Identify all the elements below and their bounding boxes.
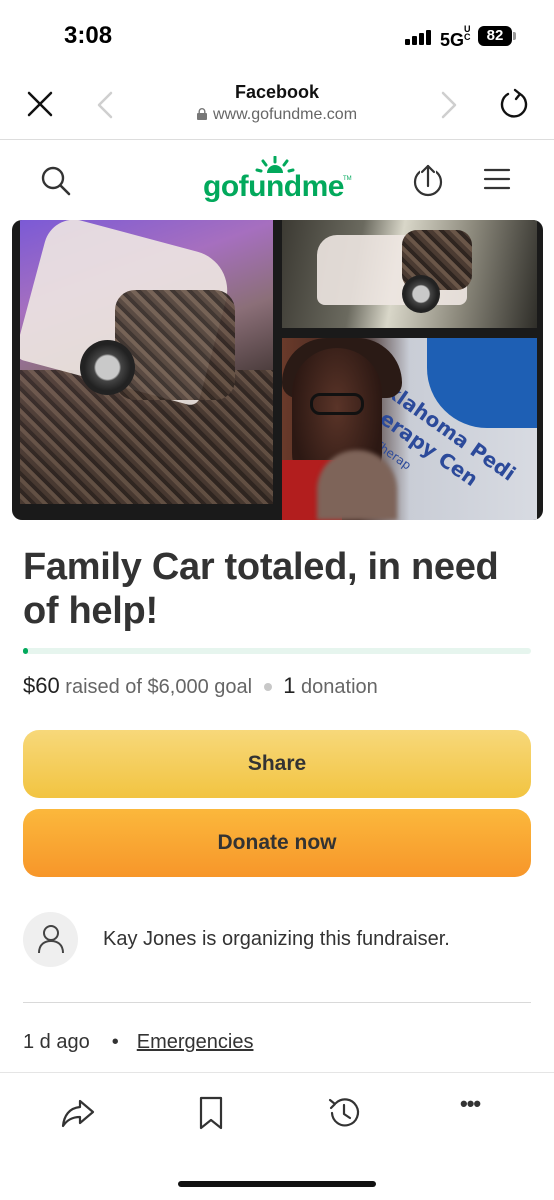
fundraising-summary: $60 raised of $6,000 goal 1 donation bbox=[23, 673, 378, 699]
created-age: 1 d ago bbox=[23, 1031, 90, 1053]
signal-icon bbox=[405, 29, 435, 45]
logo-text: gofundme bbox=[203, 170, 344, 203]
share-upload-icon[interactable] bbox=[412, 162, 444, 198]
donation-label: donation bbox=[301, 676, 378, 698]
wrecked-car-side-photo bbox=[282, 220, 537, 328]
browser-url[interactable]: www.gofundme.com bbox=[0, 106, 554, 124]
network-indicator: 5GUC bbox=[440, 25, 472, 51]
status-bar: 3:08 5GUC 82 bbox=[0, 0, 554, 70]
site-nav: gofundme TM bbox=[0, 140, 554, 220]
avatar bbox=[23, 912, 78, 967]
lock-icon bbox=[196, 108, 207, 120]
progress-fill bbox=[23, 648, 29, 654]
divider bbox=[23, 1002, 531, 1003]
battery-indicator: 82 bbox=[478, 26, 516, 46]
category-link[interactable]: Emergencies bbox=[137, 1031, 254, 1053]
donation-count: 1 bbox=[283, 673, 296, 698]
campaign-title: Family Car totaled, in need of help! bbox=[23, 546, 499, 632]
donate-now-button[interactable]: Donate now bbox=[23, 809, 531, 877]
organizer-row[interactable]: Kay Jones is organizing this fundraiser. bbox=[23, 912, 531, 968]
progress-bar bbox=[23, 648, 531, 654]
wrecked-car-photo bbox=[20, 220, 273, 504]
dot-separator bbox=[263, 683, 272, 691]
more-icon[interactable]: ••• bbox=[460, 1091, 496, 1127]
share-button[interactable]: Share bbox=[23, 730, 531, 798]
network-label: 5G bbox=[440, 30, 465, 50]
organizer-text: Kay Jones is organizing this fundraiser. bbox=[103, 928, 450, 950]
history-icon[interactable] bbox=[326, 1095, 362, 1131]
raised-goal-text: raised of $6,000 goal bbox=[65, 676, 253, 698]
search-icon[interactable] bbox=[40, 165, 72, 197]
browser-header: Facebook www.gofundme.com bbox=[0, 70, 554, 140]
hamburger-menu-icon[interactable] bbox=[483, 167, 511, 191]
user-icon bbox=[38, 925, 64, 954]
family-selfie-photo: Oklahoma Pedi Therapy Cen vioral Therap bbox=[282, 338, 537, 520]
raised-amount: $60 bbox=[23, 673, 60, 698]
bookmark-icon[interactable] bbox=[193, 1095, 229, 1131]
reload-icon[interactable] bbox=[498, 88, 530, 120]
logo-tm: TM bbox=[343, 176, 352, 182]
campaign-hero-image[interactable]: Oklahoma Pedi Therapy Cen vioral Therap bbox=[12, 220, 543, 520]
network-suffix: UC bbox=[464, 24, 471, 42]
status-time: 3:08 bbox=[64, 22, 113, 49]
browser-title: Facebook bbox=[234, 82, 320, 102]
forward-chevron-icon[interactable] bbox=[437, 90, 459, 120]
meta-bullet: • bbox=[111, 1031, 119, 1053]
campaign-meta: 1 d ago • Emergencies bbox=[23, 1031, 253, 1054]
url-text: www.gofundme.com bbox=[212, 106, 358, 123]
home-indicator bbox=[178, 1181, 376, 1187]
share-arrow-icon[interactable] bbox=[60, 1095, 96, 1131]
